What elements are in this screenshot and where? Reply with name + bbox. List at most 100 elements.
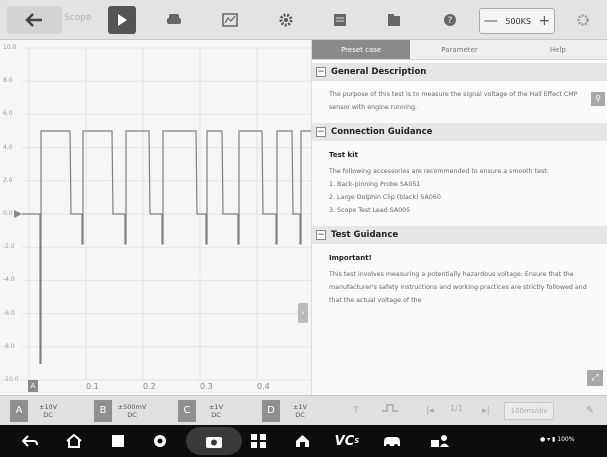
connection-guidance-header[interactable]: − Connection Guidance <box>312 123 607 141</box>
channel-range: ±10V <box>38 403 58 411</box>
sample-rate-value: 500KS <box>505 16 531 26</box>
channel-range: ±500mV <box>117 403 147 411</box>
y-axis-tick-label: 0.0 <box>3 210 13 217</box>
kit-item: 3. Scope Test Lead SA005 <box>329 207 411 214</box>
general-description-text: The purpose of this test is to measure t… <box>329 91 578 111</box>
camera-icon[interactable] <box>202 425 226 457</box>
clipboard-icon <box>334 14 346 26</box>
expand-icon[interactable]: ⤢ <box>587 370 603 386</box>
timebase-selector[interactable]: 100ms/div <box>504 402 554 420</box>
waveform-button[interactable] <box>216 6 244 34</box>
channel-a-marker[interactable]: A <box>28 380 38 392</box>
y-axis-tick-label: 2.0 <box>3 176 13 184</box>
kit-item: 1. Back-pinning Probe SA051 <box>329 181 421 188</box>
sample-rate-control: — 500KS + <box>479 8 555 34</box>
help-button[interactable]: ? <box>436 6 464 34</box>
channel-bar: A ±10V DC B ±500mV DC C ±1V DC D ±1V DC T |◂… <box>0 395 607 425</box>
collapse-icon: − <box>316 230 326 240</box>
probe-icon[interactable]: ⚲ <box>591 92 605 106</box>
page-indicator: 1/1 <box>450 404 463 413</box>
nav-recent-icon[interactable] <box>106 425 130 457</box>
play-icon <box>118 14 127 26</box>
y-axis-tick-label: 10.0 <box>3 44 17 51</box>
car-icon <box>167 14 181 24</box>
kit-item: 2. Large Dolphin Clip (black) SA060 <box>329 194 441 201</box>
y-axis-tick-label: 6.0 <box>3 110 13 118</box>
remote-expert-icon[interactable] <box>426 425 454 457</box>
test-guidance-header[interactable]: − Test Guidance <box>312 226 607 244</box>
settings-icon <box>577 14 589 26</box>
nav-back-icon[interactable] <box>18 425 42 457</box>
autel-home-icon[interactable] <box>290 425 314 457</box>
waveform-display[interactable]: 10.0 8.0 6.0 4.0 2.0 0.0 -2.0 -4.0 -6.0 -8.0 -10.0… <box>0 40 311 395</box>
test-kit-intro: The following accessories are recommende… <box>329 168 549 175</box>
x-axis-tick-label: 0.2 <box>143 382 156 391</box>
gear-button[interactable] <box>272 6 300 34</box>
channel-b[interactable]: B ±500mV DC <box>94 400 152 422</box>
channel-c-label: C <box>178 400 196 422</box>
tab-parameter[interactable]: Parameter <box>410 40 508 59</box>
browser-icon[interactable] <box>148 425 172 457</box>
nav-home-icon[interactable] <box>62 425 86 457</box>
previous-page-button[interactable]: |◂ <box>420 402 440 420</box>
test-kit-title: Test kit <box>329 151 358 159</box>
info-panel: Preset case Parameter Help − General Des… <box>311 40 607 395</box>
rate-decrease-button[interactable]: — <box>484 13 498 29</box>
chart-icon <box>222 13 238 27</box>
settings-button[interactable] <box>566 6 600 34</box>
waveform-graph <box>14 47 311 381</box>
back-button[interactable] <box>6 6 62 34</box>
channel-d[interactable]: D ±1V DC <box>262 400 320 422</box>
channel-range: ±1V <box>208 403 224 411</box>
panel-tabs: Preset case Parameter Help <box>312 40 607 60</box>
folder-icon <box>388 14 400 26</box>
scope-label: Scope <box>64 13 92 23</box>
tab-preset-case[interactable]: Preset case <box>312 40 411 59</box>
channel-a[interactable]: A ±10V DC <box>10 400 68 422</box>
y-axis-tick-label: -6.0 <box>3 309 15 317</box>
important-title: Important! <box>329 254 372 262</box>
y-axis-tick-label: -2.0 <box>3 243 15 251</box>
general-description-header[interactable]: − General Description <box>312 63 607 81</box>
vehicle-button[interactable] <box>160 6 188 34</box>
play-button[interactable] <box>108 6 136 34</box>
trigger-button[interactable]: T <box>346 402 366 420</box>
collapse-icon: − <box>316 127 326 137</box>
vehicle-menu-icon[interactable] <box>378 425 406 457</box>
top-toolbar: Scope ? — 500KS + <box>0 0 607 40</box>
tab-help[interactable]: Help <box>509 40 607 59</box>
channel-coupling: DC <box>295 411 305 419</box>
zero-reference-marker <box>14 210 22 218</box>
channel-coupling: DC <box>127 411 137 419</box>
y-axis-tick-label: 8.0 <box>3 77 13 85</box>
trigger-edge-button[interactable] <box>380 402 400 420</box>
collapse-icon: − <box>316 67 326 77</box>
gear-icon <box>279 13 293 27</box>
y-axis-tick-label: -4.0 <box>3 276 15 284</box>
help-icon: ? <box>444 14 456 26</box>
channel-a-label: A <box>10 400 28 422</box>
report-button[interactable] <box>326 6 354 34</box>
pen-tool-button[interactable]: ✎ <box>580 402 600 420</box>
screen-capture-icon[interactable] <box>246 425 270 457</box>
x-axis-tick-label: 0.3 <box>200 382 213 391</box>
rate-increase-button[interactable]: + <box>538 13 550 29</box>
system-nav-bar: VC S ● ▾ ▮ 100% <box>0 425 607 457</box>
pulse-icon <box>382 404 398 412</box>
channel-c[interactable]: C ±1V DC <box>178 400 236 422</box>
y-axis-tick-label: -8.0 <box>3 342 15 350</box>
next-page-button[interactable]: ▸| <box>476 402 496 420</box>
x-axis-tick-label: 0.4 <box>257 382 270 391</box>
x-axis-tick-label: 0.1 <box>86 382 99 391</box>
svg-text:?: ? <box>448 16 453 26</box>
files-button[interactable] <box>380 6 408 34</box>
channel-coupling: DC <box>43 411 53 419</box>
important-text: This test involves measuring a potential… <box>329 271 587 304</box>
y-axis-tick-label: -10.0 <box>3 376 19 383</box>
channel-b-label: B <box>94 400 112 422</box>
vcs-icon[interactable]: VC S <box>330 425 364 457</box>
channel-range: ±1V <box>292 403 308 411</box>
section-title: General Description <box>331 67 427 77</box>
channel-coupling: DC <box>211 411 221 419</box>
panel-collapse-handle[interactable]: › <box>298 303 308 323</box>
